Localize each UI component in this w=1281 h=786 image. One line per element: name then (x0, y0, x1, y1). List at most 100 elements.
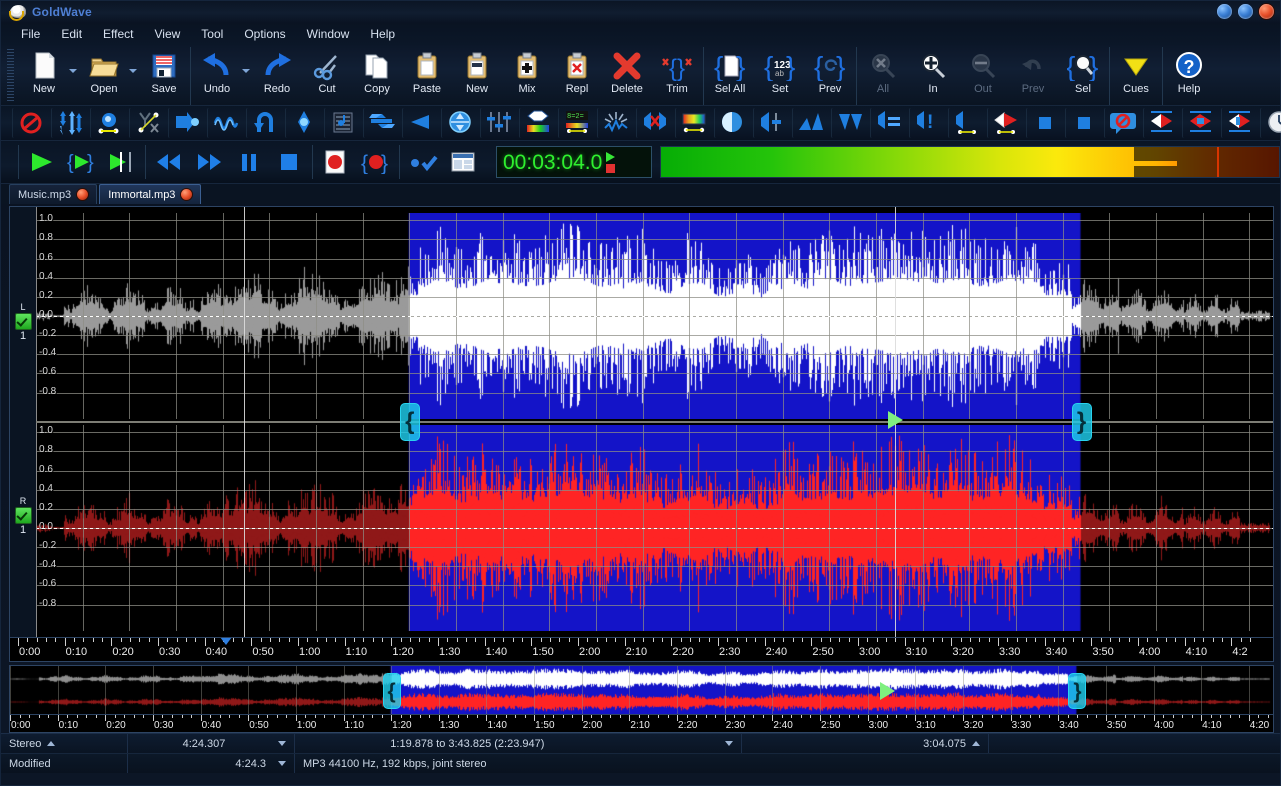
selection-range-cell[interactable]: 1:19.878 to 3:43.825 (2:23.947) (295, 734, 742, 753)
time-warp-button[interactable] (831, 108, 868, 138)
play-selection-button[interactable]: { } (62, 146, 102, 178)
limiter-button[interactable] (1065, 108, 1102, 138)
all-button[interactable]: All (858, 47, 908, 105)
overview-ruler[interactable]: 0:00 0:10 0:20 0:30 0:40 0:50 1:00 1:10 1:20 1:30… (9, 715, 1274, 733)
menu-item-file[interactable]: File (11, 24, 50, 44)
tab-immortal-mp3[interactable]: Immortal.mp3 (99, 184, 202, 204)
cue-marker-triangle[interactable] (219, 638, 232, 645)
arrow-down-icon[interactable] (725, 741, 733, 746)
arrow-down-icon[interactable] (278, 741, 286, 746)
toolbar-grip[interactable] (7, 49, 14, 103)
fast-forward-button[interactable] (189, 146, 229, 178)
smoother-button[interactable] (1221, 108, 1258, 138)
offset-button[interactable] (870, 108, 907, 138)
arrow-up-icon[interactable] (972, 741, 980, 746)
properties-window-button[interactable] (443, 146, 483, 178)
menu-item-help[interactable]: Help (360, 24, 405, 44)
silence-button[interactable] (324, 108, 361, 138)
pitch-button[interactable] (792, 108, 829, 138)
doppler-button[interactable] (441, 108, 478, 138)
new-button[interactable]: New (452, 47, 502, 105)
close-button[interactable] (1259, 4, 1274, 19)
overview-strip[interactable]: {} (9, 665, 1274, 715)
cancel-button[interactable] (12, 108, 49, 138)
copy-button[interactable]: Copy (352, 47, 402, 105)
channel-mixer-button[interactable] (363, 108, 400, 138)
repl-button[interactable]: Repl (552, 47, 602, 105)
menu-item-window[interactable]: Window (297, 24, 360, 44)
record-new-button[interactable] (316, 146, 356, 178)
fade-in-button[interactable] (168, 108, 205, 138)
minimize-button[interactable] (1217, 4, 1232, 19)
chevron-down-icon[interactable] (242, 67, 252, 73)
invert-button[interactable]: ! (909, 108, 946, 138)
bandpass-button[interactable] (519, 108, 556, 138)
open-button[interactable]: Open (79, 47, 129, 105)
channel-toggle-right[interactable]: R 1 (14, 497, 32, 536)
reverse-button[interactable] (246, 108, 283, 138)
set-button[interactable]: {123 ab} Set (755, 47, 805, 105)
filter-red-button[interactable] (1143, 108, 1180, 138)
menu-item-options[interactable]: Options (234, 24, 295, 44)
clock-button[interactable] (1260, 108, 1281, 138)
waveform-canvas[interactable]: 1.0 0.8 0.6 0.4 0.2 0.0 -0.2 -0.4 -0.6 -0.8 1.0 0.8… (36, 207, 1273, 637)
help-button[interactable]: ? Help (1164, 47, 1214, 105)
arrow-down-icon[interactable] (278, 761, 286, 766)
tab-close-icon[interactable] (181, 189, 193, 200)
mix-button[interactable]: Mix (502, 47, 552, 105)
in-button[interactable]: In (908, 47, 958, 105)
pan-arrow-button[interactable] (402, 108, 439, 138)
auto-gain-button[interactable] (129, 108, 166, 138)
rewind-button[interactable] (149, 146, 189, 178)
pause-button[interactable] (229, 146, 269, 178)
maximize-button[interactable] (1238, 4, 1253, 19)
save-button[interactable]: Save (139, 47, 189, 105)
noise-reduction-button[interactable] (597, 108, 634, 138)
play-from-cursor-button[interactable] (102, 146, 142, 178)
paste-button[interactable]: Paste (402, 47, 452, 105)
play-cursor-marker[interactable] (888, 411, 904, 429)
overview-play-cursor[interactable] (880, 682, 896, 700)
new-button[interactable]: New (19, 47, 69, 105)
resample-button[interactable] (948, 108, 985, 138)
delete-button[interactable]: Delete (602, 47, 652, 105)
volume-shape-button[interactable] (51, 108, 88, 138)
dynamics-button[interactable] (285, 108, 322, 138)
waveform-editor[interactable]: L 1 R 1 1.0 0.8 0.6 0.4 0.2 0.0 -0.2 -0.4 -0.6 -0… (9, 206, 1274, 638)
prev-button[interactable]: Prev (1008, 47, 1058, 105)
cues-button[interactable]: Cues (1111, 47, 1161, 105)
overview-selection-end-handle[interactable]: } (1068, 673, 1087, 709)
cue-edit-button[interactable] (1104, 108, 1141, 138)
stop-button[interactable] (269, 146, 309, 178)
volume-envelope-button[interactable] (90, 108, 127, 138)
chevron-down-icon[interactable] (69, 67, 79, 73)
marker-check-button[interactable] (403, 146, 443, 178)
spectrum-filter-button[interactable] (675, 108, 712, 138)
modified-state-cell[interactable]: Modified (1, 754, 128, 773)
total-length-cell[interactable]: 4:24.307 (128, 734, 295, 753)
equalizer-button[interactable] (480, 108, 517, 138)
channel-left-checkbox[interactable] (14, 313, 32, 330)
menu-item-tool[interactable]: Tool (191, 24, 233, 44)
reverb-button[interactable] (753, 108, 790, 138)
channel-right-checkbox[interactable] (14, 507, 32, 524)
tab-close-icon[interactable] (77, 189, 89, 200)
out-button[interactable]: Out (958, 47, 1008, 105)
parametric-eq-button[interactable]: 8=2= (558, 108, 595, 138)
menu-item-effect[interactable]: Effect (93, 24, 143, 44)
compressor-button[interactable] (987, 108, 1024, 138)
trim-button[interactable]: {} Trim (652, 47, 702, 105)
mechanize-button[interactable] (1182, 108, 1219, 138)
redo-button[interactable]: Redo (252, 47, 302, 105)
echo-button[interactable] (714, 108, 751, 138)
menu-item-edit[interactable]: Edit (51, 24, 92, 44)
pop-click-button[interactable] (636, 108, 673, 138)
play-button[interactable] (22, 146, 62, 178)
cut-button[interactable]: Cut (302, 47, 352, 105)
prev-button[interactable]: {} Prev (805, 47, 855, 105)
channel-toggle-left[interactable]: L 1 (14, 303, 32, 342)
arrow-up-icon[interactable] (47, 741, 55, 746)
expand-button[interactable] (1026, 108, 1063, 138)
sel-all-button[interactable]: {} Sel All (705, 47, 755, 105)
cursor-position-cell[interactable]: 3:04.075 (742, 734, 989, 753)
